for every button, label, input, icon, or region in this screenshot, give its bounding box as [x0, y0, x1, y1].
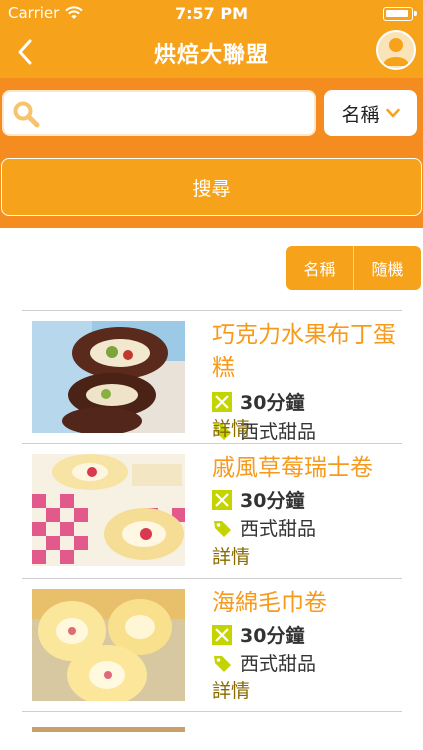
recipe-list: 巧克力水果布丁蛋糕 30分鐘 西式甜品 詳情 戚風草莓瑞士卷 30分鐘 西式甜品…	[22, 310, 402, 732]
recipe-thumbnail	[32, 321, 185, 433]
recipe-category: 西式甜品	[212, 649, 316, 676]
recipe-thumbnail	[32, 589, 185, 701]
recipe-time-value: 30分鐘	[240, 490, 305, 512]
search-icon	[13, 101, 40, 128]
profile-button[interactable]	[376, 30, 416, 70]
sort-toggle: 名稱 隨機	[286, 246, 421, 290]
recipe-time: 30分鐘	[212, 388, 304, 415]
recipe-row[interactable]: 海綿毛巾卷 30分鐘 西式甜品 詳情	[22, 579, 402, 712]
recipe-category-value: 西式甜品	[240, 518, 317, 540]
sort-random-button[interactable]: 隨機	[353, 246, 421, 290]
recipe-category-value: 西式甜品	[240, 421, 317, 443]
detail-link[interactable]: 詳情	[212, 414, 250, 441]
recipe-time: 30分鐘	[212, 621, 304, 648]
recipe-title[interactable]: 巧克力水果布丁蛋糕	[212, 319, 400, 385]
sort-by-name-button[interactable]: 名稱	[286, 246, 353, 290]
search-panel: 名稱 搜尋	[0, 78, 423, 228]
recipe-title[interactable]: 海綿毛巾卷	[212, 587, 400, 620]
recipe-category: 西式甜品	[212, 514, 316, 541]
recipe-row[interactable]	[22, 712, 402, 732]
user-icon	[383, 38, 409, 66]
recipe-row[interactable]: 戚風草莓瑞士卷 30分鐘 西式甜品 詳情	[22, 444, 402, 579]
chevron-down-icon	[385, 108, 400, 118]
search-field[interactable]	[2, 90, 316, 136]
cutlery-icon	[212, 624, 232, 645]
detail-link[interactable]: 詳情	[212, 676, 250, 703]
recipe-title[interactable]: 戚風草莓瑞士卷	[212, 452, 400, 485]
recipe-time: 30分鐘	[212, 486, 304, 513]
status-bar: Carrier 7:57 PM	[0, 0, 423, 28]
recipe-time-value: 30分鐘	[240, 392, 305, 414]
recipe-category-value: 西式甜品	[240, 653, 317, 675]
recipe-time-value: 30分鐘	[240, 625, 305, 647]
page-title: 烘焙大聯盟	[153, 43, 269, 68]
battery-icon	[383, 7, 417, 21]
cutlery-icon	[212, 391, 232, 412]
cutlery-icon	[212, 489, 232, 510]
tag-icon	[214, 520, 231, 537]
detail-link[interactable]: 詳情	[212, 542, 250, 569]
recipe-thumbnail	[32, 454, 185, 566]
nav-bar: 烘焙大聯盟	[0, 28, 423, 78]
recipe-row[interactable]: 巧克力水果布丁蛋糕 30分鐘 西式甜品 詳情	[22, 311, 402, 444]
search-input[interactable]	[44, 96, 309, 130]
search-type-value: 名稱	[341, 103, 380, 126]
search-type-select[interactable]: 名稱	[324, 90, 417, 136]
search-button[interactable]: 搜尋	[1, 158, 422, 216]
status-time: 7:57 PM	[174, 4, 248, 23]
tag-icon	[214, 655, 231, 672]
recipe-thumbnail	[32, 722, 185, 732]
